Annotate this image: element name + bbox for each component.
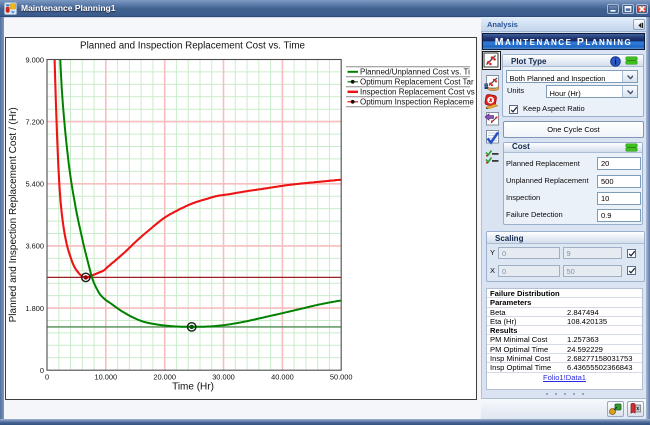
svg-text:Planned and Inspection Replace: Planned and Inspection Replacement Cost … bbox=[8, 107, 19, 322]
svg-text:9.000: 9.000 bbox=[26, 55, 45, 64]
svg-text:Optimum Replacement Cost Tar: Optimum Replacement Cost Tar bbox=[360, 78, 474, 87]
svg-text:1.800: 1.800 bbox=[26, 304, 45, 313]
svg-text:40.000: 40.000 bbox=[271, 373, 294, 382]
svg-text:10.000: 10.000 bbox=[94, 373, 117, 382]
svg-text:Time (Hr): Time (Hr) bbox=[172, 382, 214, 393]
svg-text:0: 0 bbox=[40, 366, 44, 375]
svg-text:0: 0 bbox=[45, 373, 49, 382]
svg-text:30.000: 30.000 bbox=[212, 373, 235, 382]
svg-text:Planned/Unplanned Cost vs. Ti: Planned/Unplanned Cost vs. Ti bbox=[360, 68, 470, 77]
svg-text:20.000: 20.000 bbox=[153, 373, 176, 382]
svg-text:7.200: 7.200 bbox=[26, 117, 45, 126]
svg-text:i: i bbox=[614, 56, 616, 66]
svg-text:Planned and Inspection Replace: Planned and Inspection Replacement Cost … bbox=[80, 41, 305, 52]
svg-text:Inspection Replacement Cost vs: Inspection Replacement Cost vs bbox=[360, 88, 475, 97]
svg-text:Optimum Inspection Replaceme: Optimum Inspection Replaceme bbox=[360, 98, 474, 107]
svg-text:50.000: 50.000 bbox=[330, 373, 353, 382]
svg-text:5.400: 5.400 bbox=[26, 180, 45, 189]
svg-text:3.600: 3.600 bbox=[26, 242, 45, 251]
